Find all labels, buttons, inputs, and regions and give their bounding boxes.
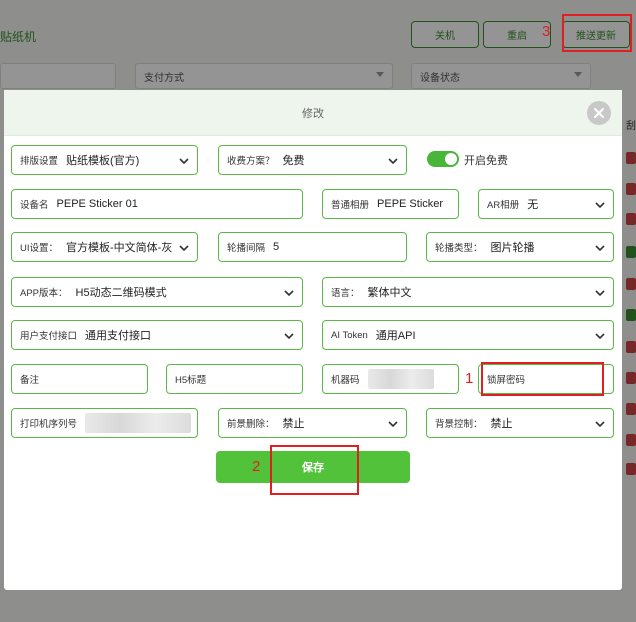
ui-setting-label: UI设置： <box>20 243 59 254</box>
charge-plan-value: 免费 <box>282 155 305 167</box>
ui-setting-select[interactable]: UI设置： 官方模板-中文简体-灰 <box>11 232 198 262</box>
normal-album-field[interactable]: 普通相册 PEPE Sticker <box>322 189 459 219</box>
annotation-number-2: 2 <box>252 458 261 475</box>
close-button[interactable] <box>587 101 611 125</box>
app-version-label: APP版本： <box>20 288 68 299</box>
remark-field[interactable]: 备注 <box>11 364 148 394</box>
dialog-header: 修改 <box>4 90 622 136</box>
user-payment-select[interactable]: 用户支付接口 通用支付接口 <box>11 320 303 350</box>
user-payment-label: 用户支付接口 <box>20 331 78 342</box>
device-name-field[interactable]: 设备名 PEPE Sticker 01 <box>11 189 303 219</box>
chevron-down-icon <box>284 290 294 297</box>
layout-setting-select[interactable]: 排版设置 贴纸模板(官方) <box>11 145 198 175</box>
chevron-down-icon <box>284 333 294 340</box>
charge-plan-label: 收费方案？ <box>227 156 275 167</box>
language-value: 繁体中文 <box>367 287 412 299</box>
carousel-type-label: 轮播类型： <box>435 243 483 254</box>
close-icon <box>594 108 604 118</box>
foreground-delete-value: 禁止 <box>282 418 305 430</box>
chevron-down-icon <box>595 202 605 209</box>
foreground-delete-select[interactable]: 前景删除： 禁止 <box>218 408 407 438</box>
chevron-down-icon <box>179 245 189 252</box>
chevron-down-icon <box>595 290 605 297</box>
free-toggle[interactable] <box>427 151 459 167</box>
chevron-down-icon <box>595 421 605 428</box>
annotation-number-3: 3 <box>542 23 551 40</box>
layout-setting-label: 排版设置 <box>20 156 59 167</box>
background-control-label: 背景控制： <box>435 419 483 430</box>
chevron-down-icon <box>595 245 605 252</box>
machine-code-value <box>367 369 434 389</box>
annotation-box-2 <box>270 445 359 495</box>
language-select[interactable]: 语言： 繁体中文 <box>322 277 614 307</box>
layout-setting-value: 贴纸模板(官方) <box>66 155 140 167</box>
carousel-interval-value: 5 <box>273 241 280 253</box>
h5-title-field[interactable]: H5标题 <box>166 364 303 394</box>
chevron-down-icon <box>595 333 605 340</box>
printer-serial-value <box>85 413 192 433</box>
annotation-number-1: 1 <box>465 370 474 387</box>
annotation-box-1 <box>481 362 604 396</box>
toggle-knob <box>445 153 457 165</box>
machine-code-field[interactable]: 机器码 <box>322 364 459 394</box>
ai-token-select[interactable]: AI Token 通用API <box>322 320 614 350</box>
app-version-select[interactable]: APP版本： H5动态二维码模式 <box>11 277 303 307</box>
background-control-value: 禁止 <box>490 418 513 430</box>
ar-album-label: AR相册 <box>487 200 520 211</box>
carousel-type-select[interactable]: 轮播类型： 图片轮播 <box>426 232 614 262</box>
ui-setting-value: 官方模板-中文简体-灰 <box>66 242 173 254</box>
foreground-delete-label: 前景删除： <box>227 419 275 430</box>
normal-album-label: 普通相册 <box>331 200 370 211</box>
h5-title-label: H5标题 <box>175 375 207 386</box>
normal-album-value: PEPE Sticker <box>377 198 444 210</box>
language-label: 语言： <box>331 288 360 299</box>
machine-code-label: 机器码 <box>331 375 360 386</box>
dialog-title: 修改 <box>302 107 324 120</box>
ar-album-select[interactable]: AR相册 无 <box>478 189 614 219</box>
annotation-box-3 <box>562 14 632 52</box>
carousel-type-value: 图片轮播 <box>490 242 535 254</box>
ar-album-value: 无 <box>527 199 539 211</box>
background-control-select[interactable]: 背景控制： 禁止 <box>426 408 614 438</box>
ai-token-label: AI Token <box>331 329 368 341</box>
carousel-interval-label: 轮播间隔 <box>227 243 266 254</box>
printer-serial-label: 打印机序列号 <box>20 419 78 430</box>
chevron-down-icon <box>388 421 398 428</box>
device-name-value: PEPE Sticker 01 <box>56 198 138 210</box>
free-toggle-label: 开启免费 <box>464 155 508 167</box>
printer-serial-field[interactable]: 打印机序列号 <box>11 408 198 438</box>
chevron-down-icon <box>179 158 189 165</box>
charge-plan-select[interactable]: 收费方案？ 免费 <box>218 145 407 175</box>
ai-token-value: 通用API <box>375 330 416 342</box>
remark-label: 备注 <box>20 375 40 386</box>
carousel-interval-field[interactable]: 轮播间隔 5 <box>218 232 407 262</box>
device-name-label: 设备名 <box>20 200 49 211</box>
chevron-down-icon <box>388 158 398 165</box>
user-payment-value: 通用支付接口 <box>85 330 152 342</box>
app-version-value: H5动态二维码模式 <box>75 287 167 299</box>
